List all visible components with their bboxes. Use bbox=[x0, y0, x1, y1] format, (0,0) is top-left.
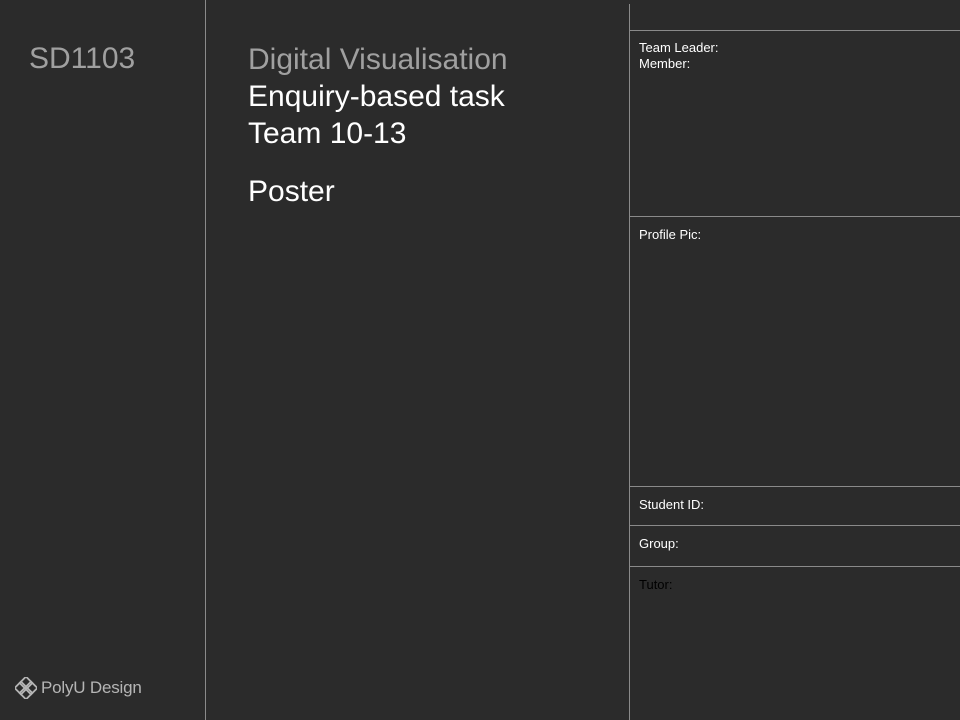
student-id-divider bbox=[630, 525, 960, 526]
logo-text: PolyU Design bbox=[41, 678, 142, 697]
course-code: SD1103 bbox=[29, 42, 136, 75]
poster-label: Poster bbox=[248, 175, 335, 208]
task-title: Enquiry-based task bbox=[248, 80, 505, 113]
group-label: Group: bbox=[639, 536, 679, 551]
subject-title: Digital Visualisation bbox=[248, 43, 508, 76]
info-top-divider bbox=[630, 30, 960, 31]
profile-pic-label: Profile Pic: bbox=[639, 227, 702, 242]
student-id-label: Student ID: bbox=[639, 497, 705, 512]
title-block: Digital Visualisation Enquiry-based task… bbox=[248, 41, 508, 152]
polyu-design-logo: PolyU Design bbox=[15, 676, 142, 700]
profile-pic-divider bbox=[630, 486, 960, 487]
right-column-divider bbox=[629, 4, 630, 720]
team-leader-label: Team Leader: bbox=[639, 40, 719, 55]
members-divider bbox=[630, 216, 960, 217]
group-divider bbox=[630, 566, 960, 567]
member-label: Member: bbox=[639, 56, 691, 71]
team-title: Team 10-13 bbox=[248, 117, 407, 150]
tutor-label: Tutor: bbox=[639, 577, 673, 592]
polyu-knot-logo-icon bbox=[15, 677, 37, 699]
left-column-divider bbox=[205, 0, 206, 720]
